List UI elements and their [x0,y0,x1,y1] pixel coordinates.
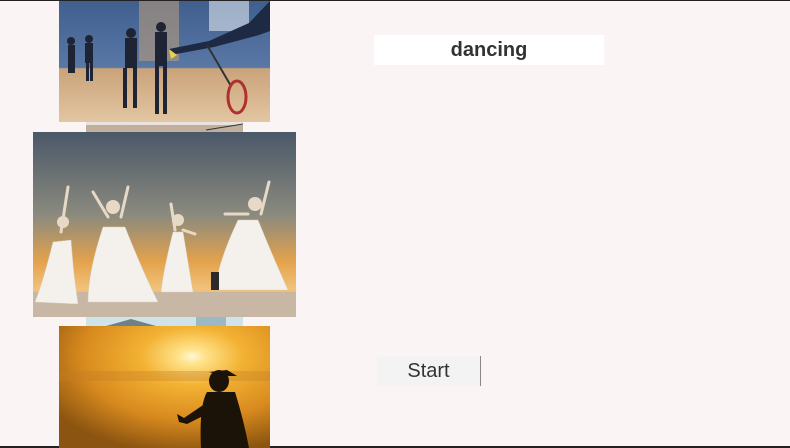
runner-image[interactable] [59,326,270,448]
ballet-dancers-image[interactable] [33,132,296,317]
start-button[interactable]: Start [377,356,481,386]
prompt-word-label: dancing [374,35,604,65]
preview-strip-bottom [86,317,243,326]
badminton-image[interactable] [59,1,270,122]
preview-strip-top [86,122,243,132]
